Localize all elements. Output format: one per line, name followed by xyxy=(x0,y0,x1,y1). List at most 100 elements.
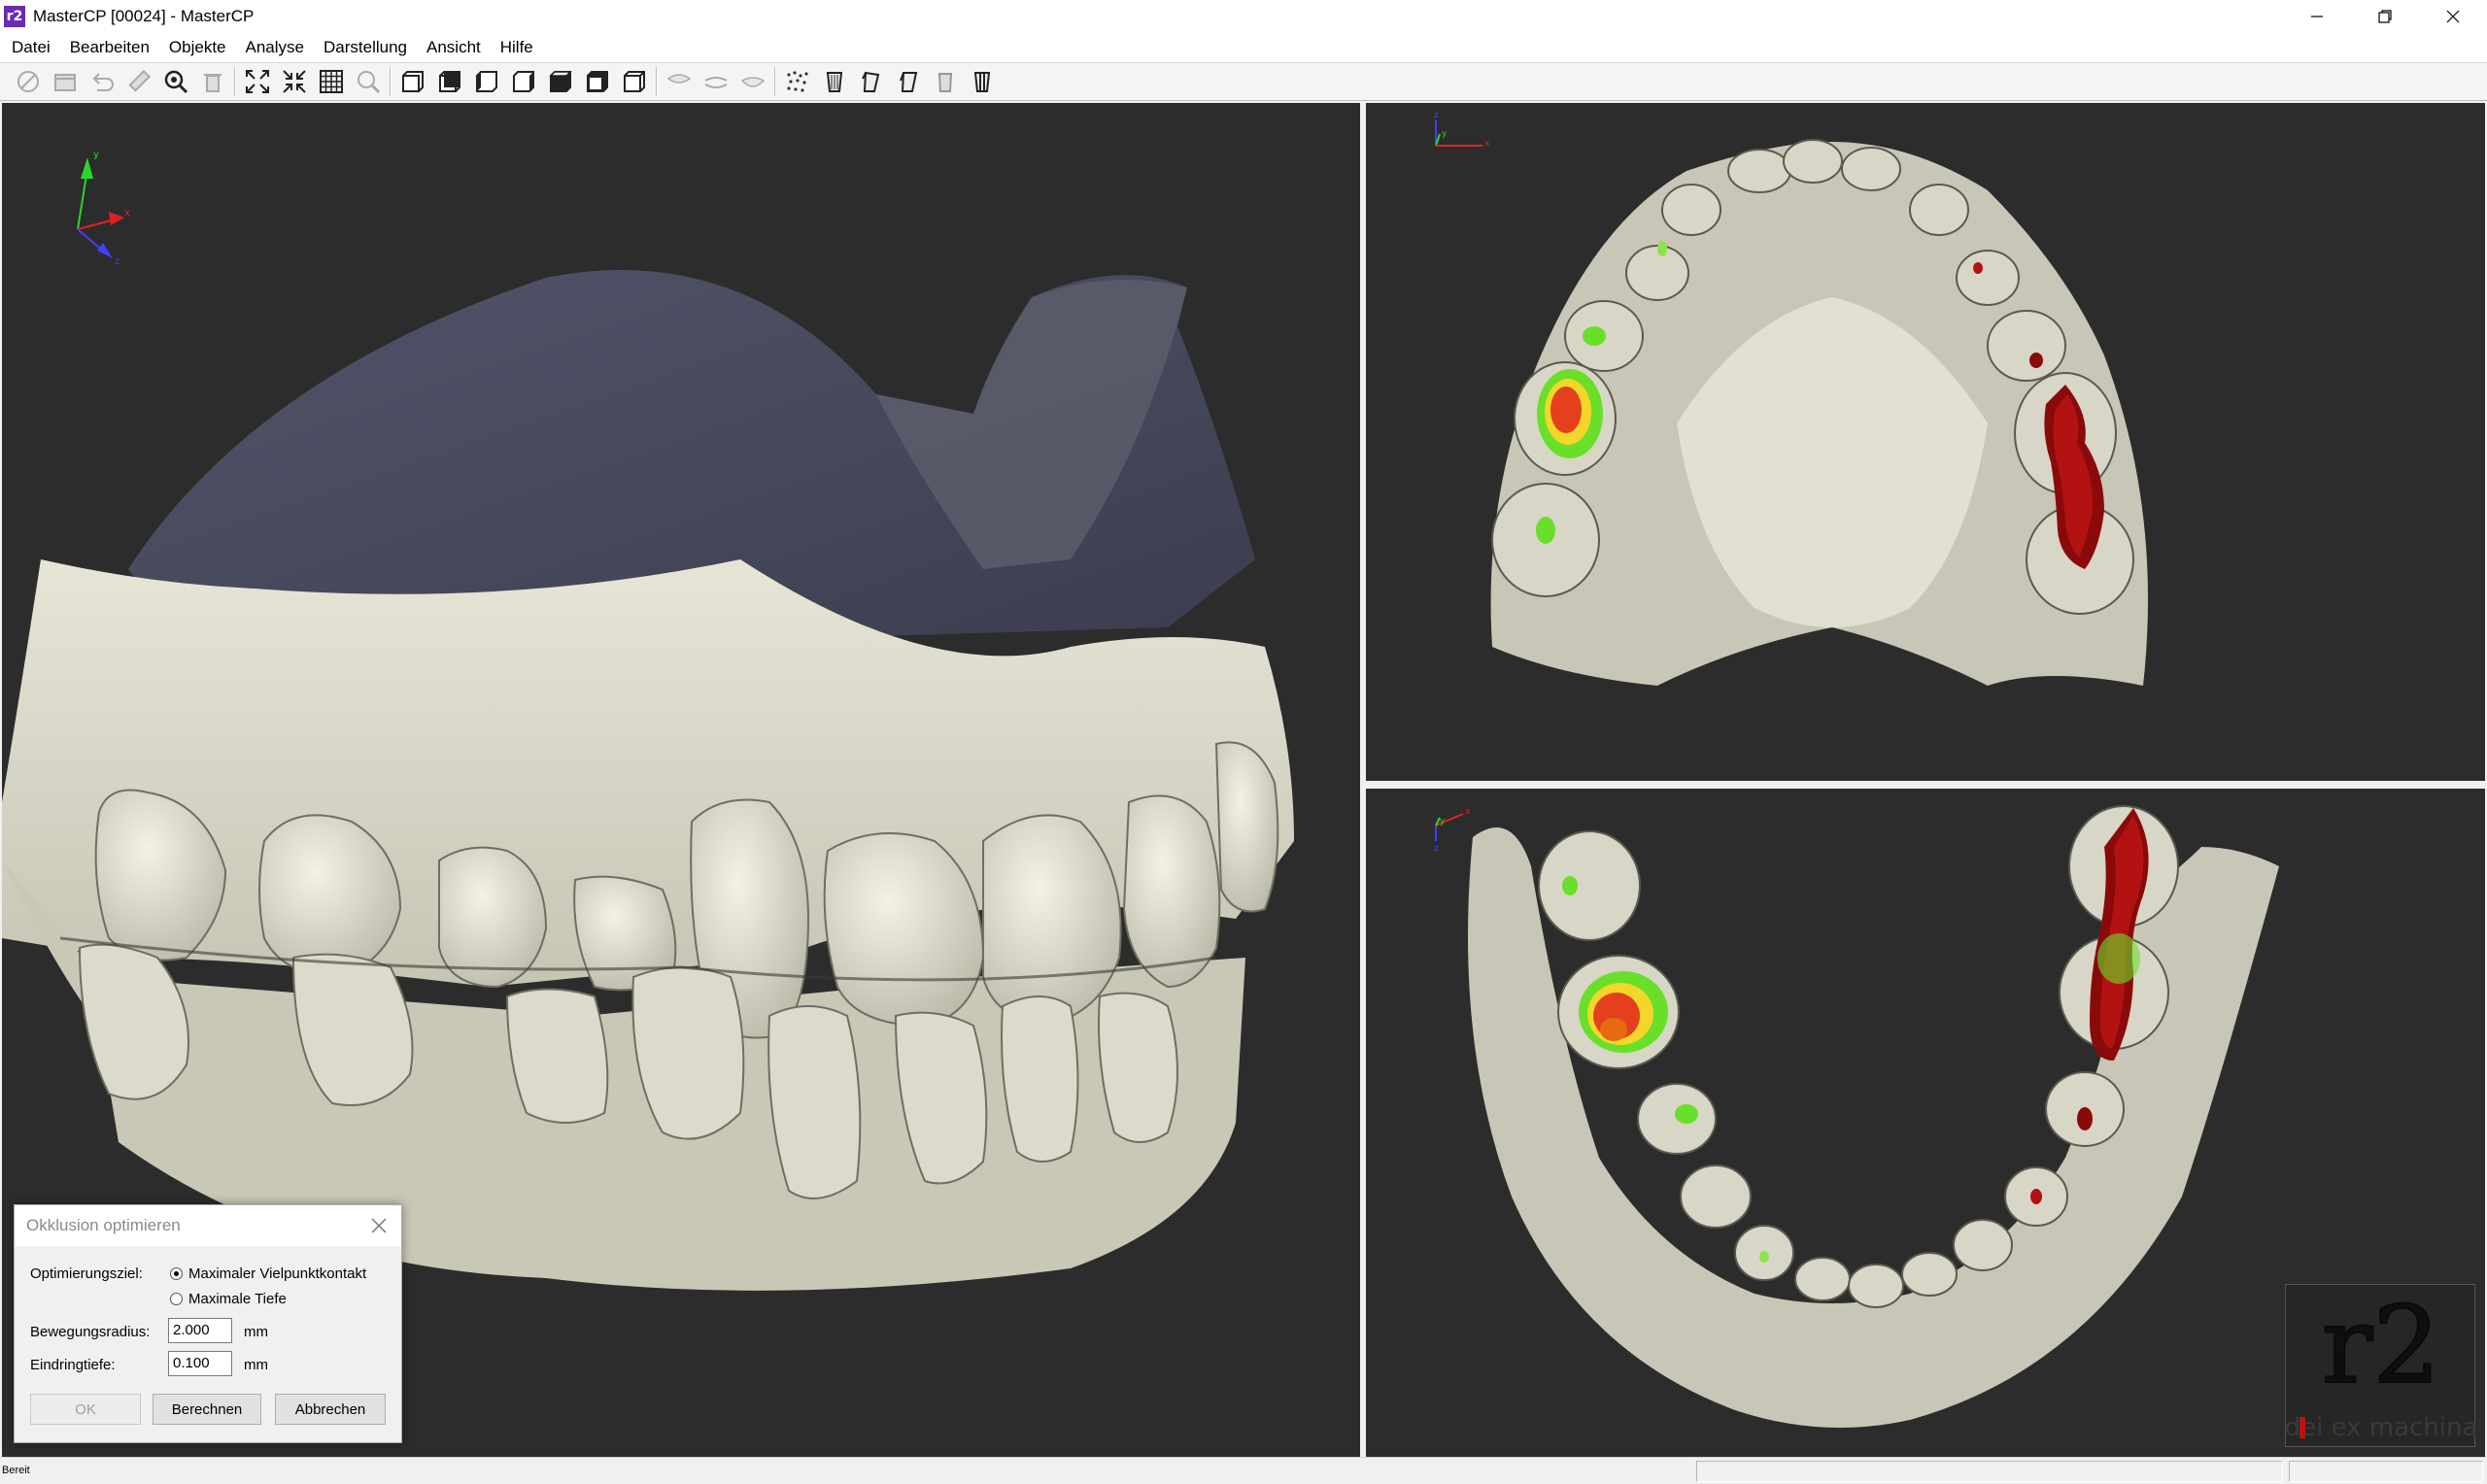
depth-unit: mm xyxy=(244,1357,268,1373)
undo-icon xyxy=(92,73,114,91)
upper-jaw-viewport[interactable]: z y x xyxy=(1366,103,2485,781)
radius-input[interactable]: 2.000 xyxy=(168,1318,232,1343)
toolbar xyxy=(0,62,2487,101)
restore-icon xyxy=(2378,10,2392,23)
goal-label: Optimierungsziel: xyxy=(30,1265,143,1282)
r2-logo: r2 dei ex machina xyxy=(2285,1282,2478,1447)
minimize-button[interactable] xyxy=(2283,0,2351,33)
tool-jaw-open[interactable] xyxy=(698,64,734,99)
radius-unit: mm xyxy=(244,1324,268,1340)
measure-icon xyxy=(128,69,152,92)
restore-button[interactable] xyxy=(2351,0,2419,33)
radio-selected-icon[interactable] xyxy=(170,1267,183,1280)
tool-grid[interactable] xyxy=(313,64,350,99)
tooth-cube-icon xyxy=(937,73,953,92)
tool-box[interactable] xyxy=(47,64,84,99)
view-bottom-icon xyxy=(587,71,608,92)
tool-view-bottom[interactable] xyxy=(579,64,616,99)
toolbar-separator xyxy=(234,67,236,96)
grid-icon xyxy=(320,70,343,93)
tool-expand[interactable] xyxy=(239,64,276,99)
tool-tooth-angle2[interactable] xyxy=(890,64,927,99)
view-left-icon xyxy=(476,71,497,92)
dialog-title: Okklusion optimieren xyxy=(26,1216,181,1234)
menu-bar: Datei Bearbeiten Objekte Analyse Darstel… xyxy=(0,33,2487,62)
axis-label: z xyxy=(1434,111,1439,120)
axis-triad-main: y x z xyxy=(77,150,130,267)
app-icon: r2 xyxy=(4,6,25,27)
menu-analyse[interactable]: Analyse xyxy=(236,38,314,57)
tool-view-right[interactable] xyxy=(505,64,542,99)
menu-ansicht[interactable]: Ansicht xyxy=(417,38,491,57)
tool-trash[interactable] xyxy=(194,64,231,99)
status-bar: Bereit xyxy=(0,1457,2487,1484)
close-icon xyxy=(2446,10,2460,23)
axis-label: x xyxy=(1484,139,1490,149)
z-axis-arrow-icon xyxy=(97,243,113,258)
tool-ruler-off[interactable] xyxy=(10,64,47,99)
tooth-angle-icon xyxy=(862,71,880,92)
cancel-button[interactable]: Abbrechen xyxy=(275,1394,386,1425)
tool-zoom-target[interactable] xyxy=(157,64,194,99)
jaw-lower-icon xyxy=(740,77,766,87)
menu-datei[interactable]: Datei xyxy=(2,38,60,57)
option-label: Maximale Tiefe xyxy=(188,1291,287,1307)
axis-label: y xyxy=(1442,129,1448,139)
tool-tooth-angle[interactable] xyxy=(853,64,890,99)
option-max-multipoint[interactable]: Maximaler Vielpunktkontakt xyxy=(170,1265,366,1282)
menu-hilfe[interactable]: Hilfe xyxy=(491,38,543,57)
tool-view-front[interactable] xyxy=(394,64,431,99)
tool-tooth-cylinder[interactable] xyxy=(816,64,853,99)
tool-view-top[interactable] xyxy=(542,64,579,99)
view-front-icon xyxy=(402,71,424,92)
optimize-occlusion-dialog: Okklusion optimieren Optimierungsziel: M… xyxy=(14,1204,402,1443)
logo-mark: r2 xyxy=(2322,1285,2441,1407)
axis-label: z xyxy=(1434,844,1439,853)
logo-slogan: dei ex machina xyxy=(2286,1413,2476,1442)
lower-jaw-viewport[interactable]: x z y r2 dei ex machina xyxy=(1366,789,2485,1457)
upper-jaw-contact-map[interactable] xyxy=(1366,103,2485,781)
points-icon xyxy=(787,71,808,92)
box-icon xyxy=(54,74,76,91)
tool-collapse[interactable] xyxy=(276,64,313,99)
tool-jaw-upper[interactable] xyxy=(661,64,698,99)
window-title: MasterCP [00024] - MasterCP xyxy=(33,7,255,25)
depth-input[interactable]: 0.100 xyxy=(168,1351,232,1376)
x-axis-arrow-icon xyxy=(109,212,124,225)
calculate-button[interactable]: Berechnen xyxy=(153,1394,261,1425)
dialog-close-icon[interactable] xyxy=(370,1217,388,1234)
tool-points[interactable] xyxy=(779,64,816,99)
app-window: r2 MasterCP [00024] - MasterCP Datei Bea… xyxy=(0,0,2487,1484)
view-iso-icon xyxy=(624,71,645,92)
tool-view-iso[interactable] xyxy=(616,64,653,99)
tool-undo[interactable] xyxy=(84,64,120,99)
tool-view-left[interactable] xyxy=(468,64,505,99)
close-button[interactable] xyxy=(2419,0,2487,33)
minimize-icon xyxy=(2311,16,2323,17)
tool-magnifier[interactable] xyxy=(350,64,387,99)
dialog-title-bar: Okklusion optimieren xyxy=(15,1205,401,1246)
axis-label: x xyxy=(1465,807,1471,817)
tool-measure[interactable] xyxy=(120,64,157,99)
magnifier-icon xyxy=(358,71,381,94)
view-top-icon xyxy=(549,71,572,92)
r2-logo-graphic: r2 dei ex machina xyxy=(2285,1282,2478,1442)
collapse-icon xyxy=(283,70,306,93)
tool-view-back[interactable] xyxy=(431,64,468,99)
axis-label: z xyxy=(115,256,119,267)
tool-jaw-lower[interactable] xyxy=(734,64,771,99)
axis-triad-lower: x z y xyxy=(1434,807,1471,853)
option-max-depth[interactable]: Maximale Tiefe xyxy=(170,1291,287,1307)
menu-objekte[interactable]: Objekte xyxy=(159,38,236,57)
title-bar: r2 MasterCP [00024] - MasterCP xyxy=(0,0,2487,33)
radio-unselected-icon[interactable] xyxy=(170,1293,183,1305)
tool-tooth-cube[interactable] xyxy=(927,64,964,99)
tool-tooth-cut[interactable] xyxy=(964,64,1001,99)
toolbar-separator xyxy=(656,67,658,96)
status-pane xyxy=(1696,1461,2283,1482)
ok-button[interactable]: OK xyxy=(30,1394,141,1425)
tooth-angle2-icon xyxy=(900,72,918,92)
menu-darstellung[interactable]: Darstellung xyxy=(314,38,417,57)
menu-bearbeiten[interactable]: Bearbeiten xyxy=(60,38,159,57)
jaw-open-icon xyxy=(704,77,728,88)
